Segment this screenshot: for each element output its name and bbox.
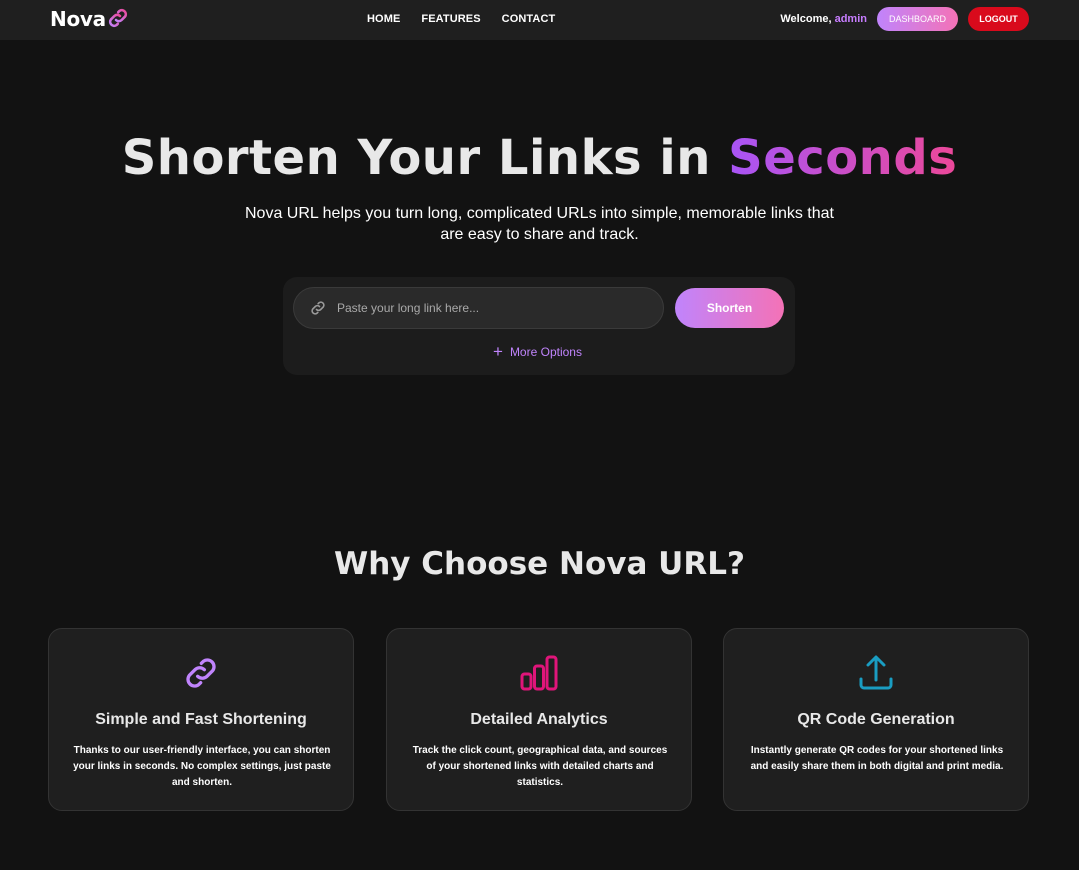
upload-icon	[859, 655, 893, 690]
feature-card-analytics: Detailed Analytics Track the click count…	[386, 628, 692, 811]
shorten-form: Shorten + More Options	[283, 277, 795, 375]
more-options-label: More Options	[509, 345, 582, 359]
logo-text: Nova	[50, 7, 106, 31]
dashboard-button[interactable]: DASHBOARD	[877, 7, 958, 31]
feature-description: Thanks to our user-friendly interface, y…	[73, 745, 331, 788]
more-options-toggle[interactable]: + More Options	[493, 342, 582, 361]
username: admin	[834, 13, 867, 25]
welcome-text: Welcome, admin	[780, 13, 867, 25]
hero-title-main: Shorten Your Links in	[121, 130, 711, 186]
hero-subtitle: Nova URL helps you turn long, complicate…	[244, 205, 834, 243]
url-input-container[interactable]	[293, 287, 664, 329]
plus-icon: +	[493, 342, 503, 361]
feature-title: QR Code Generation	[797, 711, 955, 728]
feature-title: Simple and Fast Shortening	[95, 711, 307, 728]
features-title: Why Choose Nova URL?	[334, 546, 745, 582]
feature-description: Track the click count, geographical data…	[412, 745, 668, 788]
hero-title: Shorten Your Links in Seconds	[0, 130, 1079, 186]
nav-home-link[interactable]: HOME	[367, 13, 400, 25]
feature-description: Instantly generate QR codes for your sho…	[750, 745, 1004, 772]
user-area: Welcome, admin DASHBOARD LOGOUT	[780, 7, 1029, 31]
nav-contact-link[interactable]: CONTACT	[502, 13, 556, 25]
navbar: Nova HOME FEATURES CONTACT Welcome, admi…	[0, 0, 1079, 40]
nav-features-link[interactable]: FEATURES	[421, 13, 480, 25]
welcome-prefix: Welcome,	[780, 13, 832, 25]
feature-title: Detailed Analytics	[470, 711, 608, 728]
main-nav: HOME FEATURES CONTACT	[367, 13, 555, 25]
shorten-button[interactable]: Shorten	[675, 288, 784, 328]
feature-card-shortening: Simple and Fast Shortening Thanks to our…	[48, 628, 354, 811]
logout-button[interactable]: LOGOUT	[968, 7, 1029, 31]
link-icon	[186, 658, 216, 688]
bar-chart-icon	[520, 655, 558, 691]
feature-card-qr: QR Code Generation Instantly generate QR…	[723, 628, 1029, 811]
url-input[interactable]	[337, 288, 647, 328]
link-icon	[311, 301, 325, 315]
link-icon	[108, 8, 127, 28]
hero-title-highlight: Seconds	[728, 130, 958, 186]
logo[interactable]: Nova	[50, 7, 130, 31]
